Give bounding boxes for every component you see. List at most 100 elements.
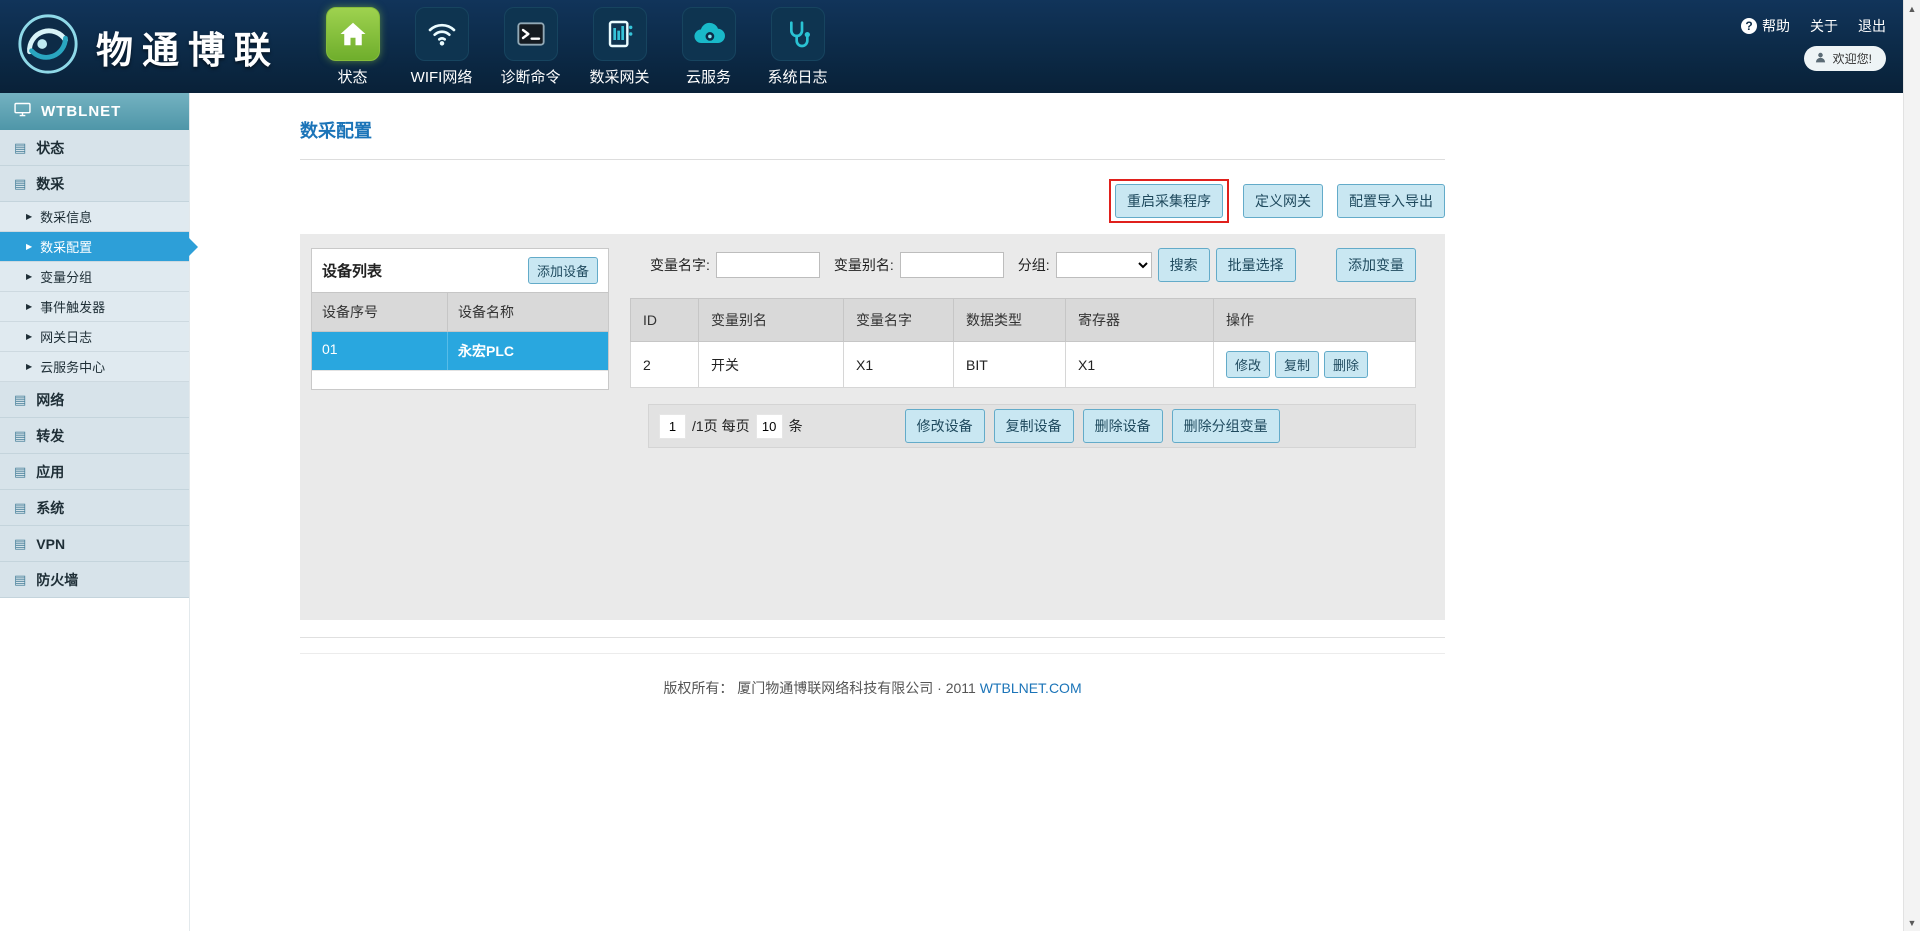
nav-item-diagnostic[interactable]: 诊断命令: [486, 0, 575, 93]
list-icon: ▤: [14, 141, 26, 154]
gateway-icon: [593, 7, 647, 61]
nav-item-gateway[interactable]: 数采网关: [575, 0, 664, 93]
main-content: 数采配置 重启采集程序 定义网关 配置导入导出 设备列表 添加设备 设备序号 设…: [300, 93, 1445, 698]
device-list-empty-space: [312, 370, 608, 389]
col-id: ID: [631, 299, 699, 342]
sidebar-item-acq-info[interactable]: ▶ 数采信息: [0, 202, 189, 232]
title-divider: [300, 159, 1445, 160]
page-scrollbar[interactable]: ▲ ▼: [1903, 0, 1920, 931]
sidebar-item-application[interactable]: ▤ 应用: [0, 454, 189, 490]
device-id-cell[interactable]: 01: [312, 332, 447, 370]
monitor-icon: [14, 102, 31, 121]
col-alias: 变量别名: [699, 299, 844, 342]
edit-device-button[interactable]: 修改设备: [905, 409, 985, 443]
cell-register: X1: [1066, 342, 1214, 388]
about-link[interactable]: 关于: [1810, 16, 1838, 36]
col-name: 变量名字: [844, 299, 954, 342]
copy-device-button[interactable]: 复制设备: [994, 409, 1074, 443]
delete-group-vars-button[interactable]: 删除分组变量: [1172, 409, 1280, 443]
copy-variable-button[interactable]: 复制: [1275, 351, 1319, 378]
delete-device-button[interactable]: 删除设备: [1083, 409, 1163, 443]
page-number-input[interactable]: [659, 414, 686, 439]
add-variable-button[interactable]: 添加变量: [1336, 248, 1416, 282]
restart-highlight-box: 重启采集程序: [1109, 179, 1229, 223]
cell-name: X1: [844, 342, 954, 388]
config-import-export-button[interactable]: 配置导入导出: [1337, 184, 1445, 218]
sidebar-item-forwarding[interactable]: ▤ 转发: [0, 418, 189, 454]
variable-row: 2 开关 X1 BIT X1 修改 复制 删除: [631, 342, 1416, 388]
device-list-title: 设备列表: [322, 260, 382, 281]
restart-collector-button[interactable]: 重启采集程序: [1115, 184, 1223, 218]
home-icon: [326, 7, 380, 61]
scroll-up-arrow-icon[interactable]: ▲: [1904, 0, 1920, 17]
page-title: 数采配置: [300, 93, 1445, 143]
wifi-icon: [415, 7, 469, 61]
var-alias-input[interactable]: [900, 252, 1004, 278]
device-id-header: 设备序号: [312, 292, 447, 332]
caret-right-icon: ▶: [26, 333, 32, 341]
cell-id: 2: [631, 342, 699, 388]
caret-right-icon: ▶: [26, 303, 32, 311]
wtblnet-link[interactable]: WTBLNET.COM: [980, 680, 1082, 696]
batch-select-button[interactable]: 批量选择: [1216, 248, 1296, 282]
list-icon: ▤: [14, 177, 26, 190]
edit-variable-button[interactable]: 修改: [1226, 351, 1270, 378]
sidebar-item-network[interactable]: ▤ 网络: [0, 382, 189, 418]
footer-divider: [300, 637, 1445, 638]
list-icon: ▤: [14, 573, 26, 586]
sidebar-item-cloud-center[interactable]: ▶ 云服务中心: [0, 352, 189, 382]
variable-area: 变量名字: 变量别名: 分组: 搜索 批量选择 添加变量 ID: [630, 248, 1416, 448]
cell-operations: 修改 复制 删除: [1214, 342, 1416, 388]
device-list-panel: 设备列表 添加设备 设备序号 设备名称 01 永宏PLC: [311, 248, 609, 390]
col-register: 寄存器: [1066, 299, 1214, 342]
page-size-suffix-label: 条: [789, 416, 803, 436]
search-button[interactable]: 搜索: [1158, 248, 1210, 282]
var-name-input[interactable]: [716, 252, 820, 278]
col-datatype: 数据类型: [954, 299, 1066, 342]
sidebar-item-event-trigger[interactable]: ▶ 事件触发器: [0, 292, 189, 322]
sidebar-item-firewall[interactable]: ▤ 防火墙: [0, 562, 189, 598]
page-actions: 重启采集程序 定义网关 配置导入导出: [300, 182, 1445, 220]
copyright-text: 版权所有： 厦门物通博联网络科技有限公司 · 2011: [663, 680, 975, 696]
cell-alias: 开关: [699, 342, 844, 388]
nav-item-syslog[interactable]: 系统日志: [753, 0, 842, 93]
sidebar-item-gateway-log[interactable]: ▶ 网关日志: [0, 322, 189, 352]
device-row[interactable]: 01 永宏PLC: [312, 332, 608, 370]
sidebar-item-vpn[interactable]: ▤ VPN: [0, 526, 189, 562]
add-device-button[interactable]: 添加设备: [528, 257, 598, 284]
terminal-icon: [504, 7, 558, 61]
sidebar-item-variable-group[interactable]: ▶ 变量分组: [0, 262, 189, 292]
delete-variable-button[interactable]: 删除: [1324, 351, 1368, 378]
logout-link[interactable]: 退出: [1858, 16, 1886, 36]
group-select[interactable]: [1056, 252, 1152, 278]
stethoscope-icon: [771, 7, 825, 61]
device-name-header: 设备名称: [447, 292, 608, 332]
scroll-down-arrow-icon[interactable]: ▼: [1904, 914, 1920, 931]
brand: 物通博联: [16, 12, 280, 81]
sidebar: WTBLNET ▤ 状态 ▤ 数采 ▶ 数采信息 ▶ 数采配置 ▶ 变量分组 ▶…: [0, 93, 190, 931]
nav-item-cloud[interactable]: 云服务: [664, 0, 753, 93]
sidebar-item-acq-config[interactable]: ▶ 数采配置: [0, 232, 189, 262]
variable-table-header-row: ID 变量别名 变量名字 数据类型 寄存器 操作: [631, 299, 1416, 342]
help-icon: ?: [1741, 18, 1757, 34]
topbar: 物通博联 状态 WIFI网络 诊断命令: [0, 0, 1920, 93]
sidebar-item-system[interactable]: ▤ 系统: [0, 490, 189, 526]
sidebar-item-data-acquisition[interactable]: ▤ 数采: [0, 166, 189, 202]
sidebar-item-status[interactable]: ▤ 状态: [0, 130, 189, 166]
caret-right-icon: ▶: [26, 363, 32, 371]
col-operations: 操作: [1214, 299, 1416, 342]
device-name-cell[interactable]: 永宏PLC: [447, 332, 608, 370]
device-action-buttons: 修改设备 复制设备 删除设备 删除分组变量: [905, 409, 1280, 443]
nav-item-wifi[interactable]: WIFI网络: [397, 0, 486, 93]
welcome-badge[interactable]: 欢迎您!: [1804, 46, 1886, 71]
page-size-input[interactable]: [756, 414, 783, 439]
main-nav: 状态 WIFI网络 诊断命令: [308, 0, 842, 93]
config-panel: 设备列表 添加设备 设备序号 设备名称 01 永宏PLC 变量名字: 变量别名:…: [300, 234, 1445, 620]
sidebar-header: WTBLNET: [0, 93, 189, 130]
define-gateway-button[interactable]: 定义网关: [1243, 184, 1323, 218]
nav-item-status[interactable]: 状态: [308, 0, 397, 93]
brand-logo-icon: [16, 12, 80, 81]
list-icon: ▤: [14, 537, 26, 550]
help-link[interactable]: ? 帮助: [1741, 16, 1790, 36]
list-icon: ▤: [14, 501, 26, 514]
